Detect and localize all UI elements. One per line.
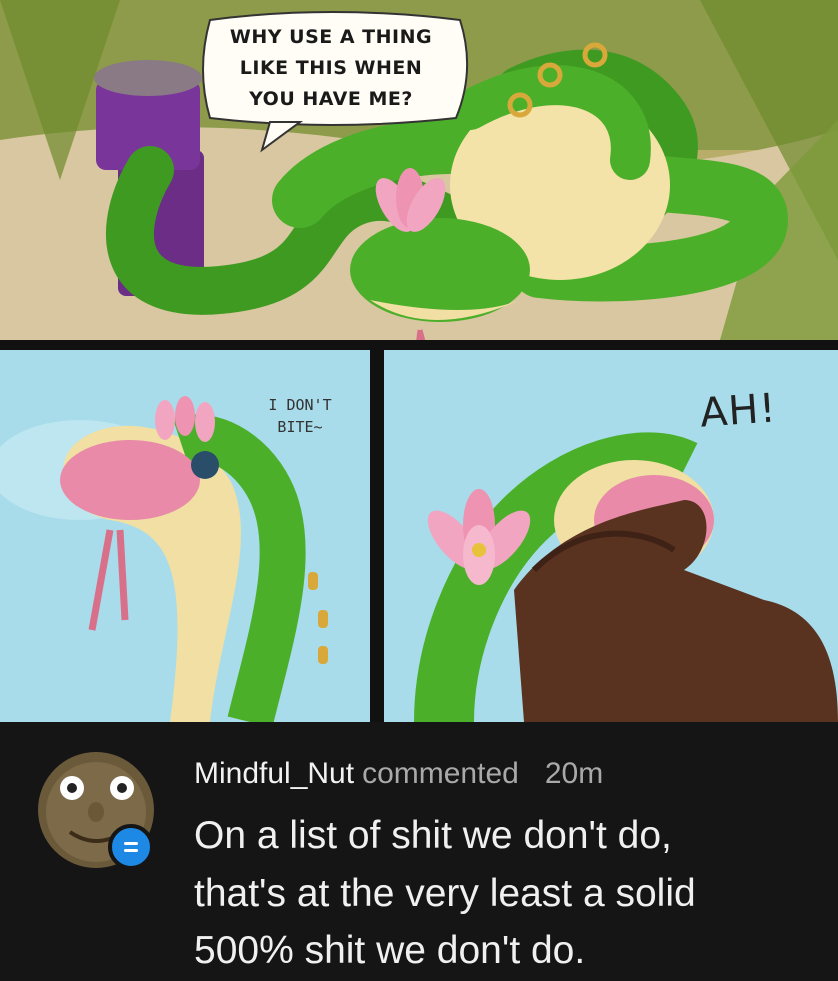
comment-action: commented [362,757,519,790]
comic-strip: WHY USE A THING LIKE THIS WHEN YOU HAVE … [0,0,838,722]
comment-time: 20m [544,757,604,790]
comment-meta: Mindful_Nut commented 20m [194,757,603,791]
comic-panel-1: WHY USE A THING LIKE THIS WHEN YOU HAVE … [0,0,838,340]
panel-1-speech: WHY USE A THING LIKE THIS WHEN YOU HAVE … [206,22,456,115]
panel-2-speech: I DON'T BITE~ [250,394,350,438]
comment-username[interactable]: Mindful_Nut [194,757,354,790]
panel-3-exclaim: AH! [698,385,778,437]
comment-text-line-2: that's at the very least a solid [194,872,696,915]
chat-badge-icon [108,824,154,870]
comment-text-line-3: 500% shit we don't do. [194,929,586,972]
speech-line-1: WHY USE A THING [229,26,433,48]
speech-line-2: LIKE THIS WHEN [239,57,423,79]
bite-line-2: BITE~ [277,418,323,436]
speech-line-3: YOU HAVE ME? [249,88,413,110]
comment-text-line-1: On a list of shit we don't do, [194,814,672,857]
bite-line-1: I DON'T [268,396,332,414]
